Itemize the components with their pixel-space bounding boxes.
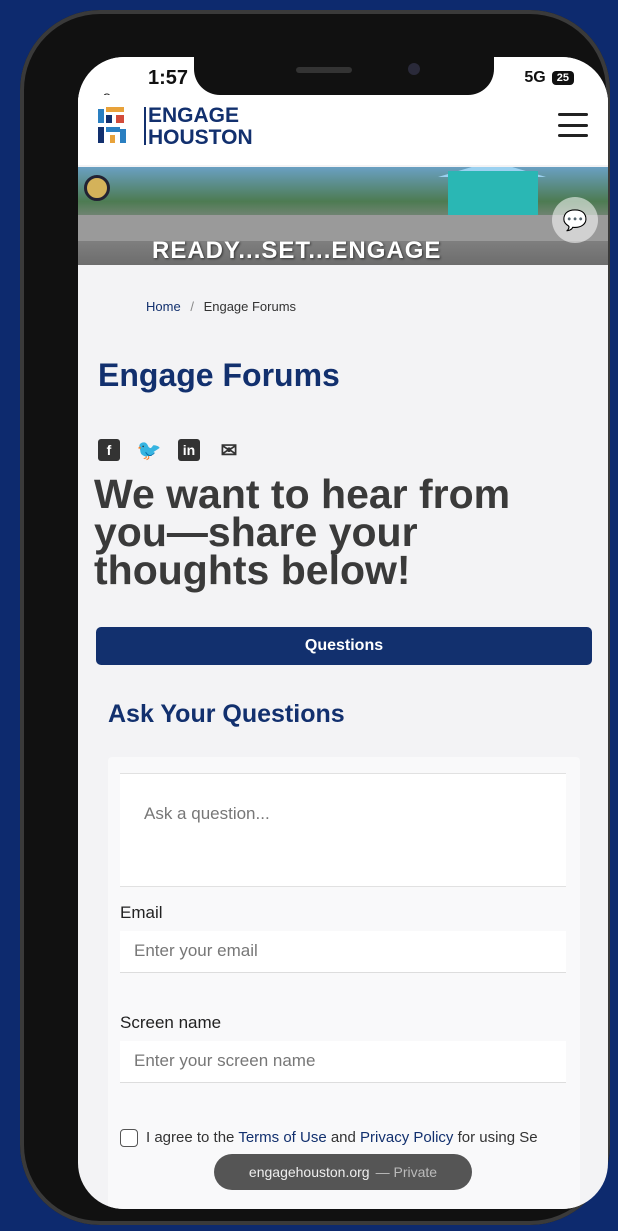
banner-house [448, 171, 538, 215]
facebook-icon[interactable]: f [98, 439, 120, 461]
logo-divider [144, 107, 146, 145]
share-icons: f 🐦 in ✉ [98, 439, 240, 462]
hero-banner: READY...SET...ENGAGE 💬 [78, 167, 608, 265]
signal-indicator: 5G 25 [524, 69, 574, 87]
breadcrumb: Home / Engage Forums [146, 299, 296, 314]
section-title: Ask Your Questions [108, 700, 345, 728]
speaker [296, 67, 352, 73]
breadcrumb-current: Engage Forums [203, 299, 297, 314]
screen: 1:57 ◂ Camera 5G 25 [78, 57, 608, 1209]
engage-houston-logo-icon[interactable] [96, 105, 142, 147]
email-field[interactable]: Enter your email [120, 931, 566, 973]
screen-name-field[interactable]: Enter your screen name [120, 1041, 566, 1083]
twitter-icon[interactable]: 🐦 [137, 439, 162, 462]
screen-name-label: Screen name [120, 1013, 222, 1032]
page-title: Engage Forums [98, 357, 340, 393]
agree-row: I agree to the Terms of Use and Privacy … [120, 1125, 550, 1151]
logo-line-houston: HOUSTON [148, 126, 253, 149]
terms-of-use-link[interactable]: Terms of Use [238, 1129, 326, 1146]
city-seal-icon [84, 175, 110, 201]
site-logo-text[interactable]: ENGAGE HOUSTON [148, 105, 253, 149]
page-headline: We want to hear from you—share your thou… [94, 471, 511, 593]
linkedin-icon[interactable]: in [178, 439, 200, 461]
private-mode-label: — Private [375, 1164, 438, 1180]
agree-text: I agree to the Terms of Use and Privacy … [146, 1125, 538, 1151]
agree-checkbox[interactable] [120, 1129, 138, 1147]
chat-icon[interactable]: 💬 [552, 197, 598, 243]
hamburger-menu-icon[interactable] [558, 113, 588, 137]
tab-questions[interactable]: Questions [96, 627, 592, 665]
url-domain: engagehouston.org [248, 1164, 370, 1180]
logo-line-engage: ENGAGE [148, 104, 240, 127]
browser-url-bar[interactable]: engagehouston.org — Private [214, 1154, 472, 1190]
question-textarea[interactable]: Ask a question... [120, 773, 566, 887]
battery-icon: 25 [551, 71, 574, 85]
site-header: ENGAGE HOUSTON [78, 95, 608, 165]
agree-prefix: I agree to the [146, 1129, 235, 1146]
front-camera [408, 63, 420, 75]
phone-frame: 1:57 ◂ Camera 5G 25 [20, 10, 610, 1225]
email-icon[interactable]: ✉ [218, 439, 240, 462]
agree-suffix: for using Se [457, 1129, 538, 1146]
email-label: Email [120, 903, 163, 922]
status-time: 1:57 [148, 67, 189, 89]
agree-and: and [330, 1129, 356, 1146]
notch [194, 57, 494, 95]
banner-tagline: READY...SET...ENGAGE [152, 237, 442, 264]
breadcrumb-separator: / [190, 299, 194, 314]
question-form: Ask a question... Email Enter your email… [108, 757, 580, 1209]
breadcrumb-home[interactable]: Home [146, 299, 181, 314]
network-type: 5G [524, 69, 546, 86]
privacy-policy-link[interactable]: Privacy Policy [360, 1129, 453, 1146]
